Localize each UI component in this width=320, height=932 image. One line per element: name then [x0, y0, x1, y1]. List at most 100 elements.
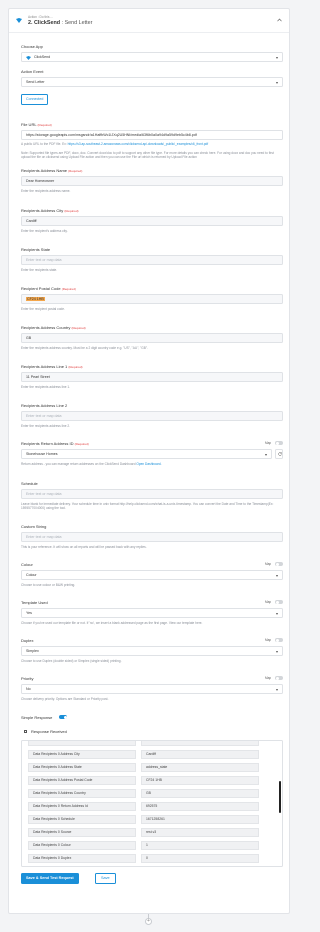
custom-string-input[interactable]: Enter text or map data — [21, 532, 283, 542]
example-file-link[interactable]: https://s3.ap-southeast-2.amazonaws.com/… — [68, 142, 209, 146]
step-app-label: Action : Do this ... — [28, 15, 53, 19]
table-row: Data Recipients 0 Address Country GB — [28, 789, 268, 798]
table-row: Data Recipients 0 Address Postal Code CF2… — [28, 776, 268, 785]
address-line1-input[interactable]: 11 Pearl Street — [21, 372, 283, 382]
file-url-note: Note: Supported file types are PDF, docx… — [21, 151, 274, 160]
action-event-select[interactable]: Send Letter — [21, 77, 283, 87]
address-city-input[interactable]: Cardiff — [21, 216, 283, 226]
duplex-select[interactable]: Simplex — [21, 646, 283, 656]
colour-label: Colour — [21, 562, 33, 567]
chevron-down-icon — [276, 612, 278, 615]
postal-code-label: Recipient Postal Code (Required) — [21, 286, 76, 291]
postal-code-input[interactable]: CF24 1HB — [21, 294, 283, 304]
response-key-field[interactable]: Data Recipients 0 Source — [28, 828, 136, 837]
refresh-button[interactable] — [275, 449, 283, 459]
schedule-input[interactable]: Enter text or map data — [21, 489, 283, 499]
duplex-label: Duplex — [21, 638, 34, 643]
address-line1-help: Enter the recipients address line 1. — [21, 385, 71, 389]
return-address-select[interactable]: Stonehouse Homes — [21, 449, 272, 459]
address-name-label: Recipients Address Name (Required) — [21, 168, 83, 173]
priority-value: No — [26, 687, 31, 691]
choose-app-value: ClickSend — [34, 55, 51, 59]
choose-app-select[interactable]: ClickSend — [21, 52, 283, 62]
clicksend-app-icon — [26, 55, 31, 60]
duplex-help: Choose to use Duplex (double sided) or S… — [21, 659, 122, 663]
response-key-field[interactable]: Data Recipients 0 Address State — [28, 763, 136, 772]
colour-value: Colour — [26, 573, 37, 577]
table-row: Data Recipients 0 Duplex 0 — [28, 854, 268, 863]
state-help: Enter the recipients state. — [21, 268, 58, 272]
map-label: Map — [265, 638, 272, 642]
chevron-down-icon — [276, 81, 278, 84]
custom-string-label: Custom String — [21, 524, 47, 529]
plus-icon[interactable]: + — [145, 918, 152, 925]
template-select[interactable]: Yes — [21, 608, 283, 618]
response-received-label: Response Received — [31, 729, 67, 734]
return-address-label: Recipients Return Address ID (Required) — [21, 441, 89, 446]
response-value-field[interactable]: 692575 — [141, 802, 259, 811]
response-value-field[interactable]: GB — [141, 789, 259, 798]
address-name-input[interactable]: Dear Homeowner — [21, 176, 283, 186]
colour-select[interactable]: Colour — [21, 570, 283, 580]
map-label: Map — [265, 676, 272, 680]
table-row: Data Recipients 0 Source rest.v3 — [28, 828, 268, 837]
table-row: Data Recipients 0 Colour 1 — [28, 841, 268, 850]
country-input[interactable]: GB — [21, 333, 283, 343]
response-value-field[interactable] — [141, 741, 259, 746]
response-key-field[interactable]: Data Recipients 0 Address City — [28, 750, 136, 759]
map-label: Map — [265, 562, 272, 566]
save-send-test-button[interactable]: Save & Send Test Request — [21, 873, 79, 884]
colour-map-toggle[interactable] — [275, 562, 283, 566]
file-url-label: File URL (Required) — [21, 122, 52, 127]
response-key-field[interactable]: Data Recipients 0 Duplex — [28, 854, 136, 863]
address-line2-help: Enter the recipients address line 2. — [21, 424, 71, 428]
state-input[interactable]: Enter text or map data — [21, 255, 283, 265]
response-value-field[interactable]: 1671258261 — [141, 815, 259, 824]
response-key-field[interactable]: Data Recipients 0 Address Country — [28, 789, 136, 798]
file-url-help: A public URL to the PDF file. Ex: https:… — [21, 142, 209, 146]
simple-response-toggle[interactable] — [59, 715, 67, 719]
response-key-field[interactable]: Data Recipients 0 Address Postal Code — [28, 776, 136, 785]
response-value-field[interactable]: 0 — [141, 854, 259, 863]
response-value-field[interactable]: CF24 1HB — [141, 776, 259, 785]
response-key-field[interactable] — [28, 741, 136, 746]
response-value-field[interactable]: Cardiff — [141, 750, 259, 759]
response-value-field[interactable]: 1 — [141, 841, 259, 850]
response-value-field[interactable]: address_state — [141, 763, 259, 772]
open-dashboard-link[interactable]: Open Dashboard. — [136, 462, 161, 466]
save-button[interactable]: Save — [95, 873, 116, 884]
step-header[interactable]: Action : Do this ... 2. ClickSend : Send… — [9, 9, 289, 33]
action-event-label: Action Event — [21, 69, 44, 74]
return-address-map-toggle[interactable] — [275, 441, 283, 445]
schedule-label: Schedule — [21, 481, 38, 486]
custom-string-help: This is your reference. It will show on … — [21, 545, 147, 549]
response-value-field[interactable]: rest.v3 — [141, 828, 259, 837]
response-key-field[interactable]: Data Recipients 0 Return Address Id — [28, 802, 136, 811]
table-row: Data Recipients 0 Schedule 1671258261 — [28, 815, 268, 824]
connected-button[interactable]: Connected — [21, 94, 49, 105]
response-table[interactable]: Data Recipients 0 Address City Cardiff Dat… — [21, 740, 283, 867]
address-line1-label: Recipients Address Line 1 (Required) — [21, 364, 83, 369]
action-event-value: Send Letter — [26, 80, 45, 84]
chevron-up-icon[interactable] — [277, 18, 282, 22]
clicksend-icon — [16, 18, 22, 23]
map-label: Map — [265, 441, 272, 445]
duplex-map-toggle[interactable] — [275, 638, 283, 642]
template-map-toggle[interactable] — [275, 600, 283, 604]
priority-map-toggle[interactable] — [275, 676, 283, 680]
priority-select[interactable]: No — [21, 684, 283, 694]
address-line2-input[interactable]: Enter text or map data — [21, 411, 283, 421]
response-key-field[interactable]: Data Recipients 0 Colour — [28, 841, 136, 850]
response-scrollbar-thumb[interactable] — [279, 781, 281, 813]
response-received-checkbox[interactable] — [24, 730, 27, 733]
response-key-field[interactable]: Data Recipients 0 Schedule — [28, 815, 136, 824]
file-url-input[interactable]: https://storage.googleapis.com/msgsndr/a… — [21, 130, 283, 140]
template-help: Choose if you've used our template file … — [21, 621, 203, 625]
priority-help: Choose delivery priority. Options are St… — [21, 697, 109, 701]
duplex-value: Simplex — [26, 649, 39, 653]
chevron-down-icon — [276, 56, 278, 59]
simple-response-label: Simple Response — [21, 715, 53, 720]
table-row: Data Recipients 0 Address State address_s… — [28, 763, 268, 772]
schedule-help: Leave blank for immediate delivery. Your… — [21, 502, 274, 511]
chevron-down-icon — [276, 650, 278, 653]
